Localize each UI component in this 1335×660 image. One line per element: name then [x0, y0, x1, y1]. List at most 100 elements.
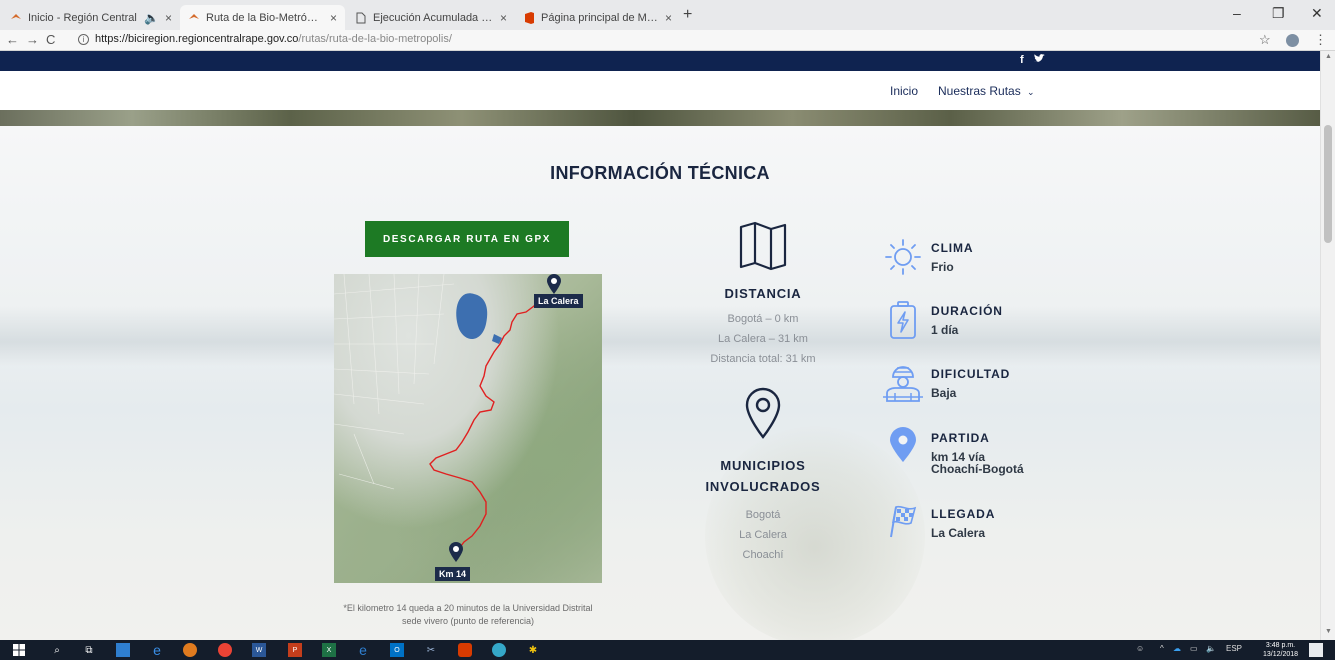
social-links: f	[1020, 54, 1052, 66]
tab-title: Página principal de Microsoft Off	[541, 11, 659, 24]
tray-chevron-up-icon[interactable]: ^	[1160, 644, 1164, 653]
info-title: PARTIDA	[931, 431, 990, 445]
info-value: La Calera	[931, 526, 986, 540]
nav-link-inicio[interactable]: Inicio	[890, 84, 918, 98]
map-end-label: La Calera	[534, 294, 583, 308]
new-tab-button[interactable]: +	[683, 6, 692, 24]
volume-icon[interactable]: 🔈	[1206, 644, 1216, 653]
distance-line: Bogotá – 0 km	[727, 313, 799, 325]
municipalities-lines: Bogotá La Calera Choachí	[693, 505, 833, 565]
excel-icon[interactable]: X	[322, 643, 336, 657]
onedrive-icon[interactable]: ☁	[1173, 644, 1181, 653]
task-view-icon[interactable]: ⧉	[82, 643, 96, 657]
url-path: /rutas/ruta-de-la-bio-metropolis/	[298, 33, 452, 45]
reference-note: *El kilometro 14 queda a 20 minutos de l…	[343, 603, 593, 626]
info-value: Baja	[931, 386, 957, 400]
info-title: CLIMA	[931, 241, 974, 255]
paint-icon[interactable]: ✱	[526, 643, 540, 657]
minimize-icon[interactable]: –	[1233, 5, 1241, 21]
section-background	[0, 126, 1320, 640]
facebook-icon[interactable]: f	[1020, 54, 1024, 66]
firefox-icon[interactable]	[183, 643, 197, 657]
close-tab-icon[interactable]: ×	[165, 11, 172, 25]
reload-icon[interactable]: C	[46, 32, 55, 47]
skype-icon[interactable]	[492, 643, 506, 657]
municipality-item: La Calera	[739, 529, 787, 541]
download-gpx-button[interactable]: DESCARGAR RUTA EN GPX	[365, 221, 569, 257]
tab-title: Ruta de la Bio-Metrópolis | Bicire	[206, 11, 324, 24]
distance-block: DISTANCIA Bogotá – 0 km La Calera – 31 k…	[693, 221, 833, 369]
outlook-icon[interactable]: O	[390, 643, 404, 657]
info-icon[interactable]: i	[78, 34, 89, 45]
tab-title: Ejecución Acumulada Egresos - P	[373, 11, 494, 24]
top-social-bar: f	[0, 51, 1320, 71]
edge-icon[interactable]: e	[150, 642, 164, 658]
municipalities-block: MUNICIPIOS INVOLUCRADOS Bogotá La Calera…	[693, 387, 833, 565]
browser-tab-ruta[interactable]: Ruta de la Bio-Metrópolis | Bicire ×	[180, 5, 345, 30]
taskbar-clock[interactable]: 3:48 p.m. 13/12/2018	[1263, 641, 1298, 659]
search-icon[interactable]: ⌕	[50, 643, 64, 657]
close-tab-icon[interactable]: ×	[500, 11, 507, 25]
menu-kebab-icon[interactable]: ⋮	[1314, 32, 1327, 48]
nav-link-label: Nuestras Rutas	[938, 84, 1021, 98]
web-page: f Inicio Nuestras Rutas ⌄ INFORMACIÓN TÉ…	[0, 51, 1320, 640]
info-title: LLEGADA	[931, 507, 996, 521]
bicycle-favicon-icon	[10, 12, 22, 24]
route-map[interactable]: La Calera Km 14	[334, 274, 602, 583]
windows-start-icon[interactable]	[12, 643, 26, 657]
page-scrollbar[interactable]: ▲ ▼	[1320, 51, 1335, 640]
nav-link-nuestras-rutas[interactable]: Nuestras Rutas ⌄	[938, 84, 1035, 98]
browser-tab-ejecucion[interactable]: Ejecución Acumulada Egresos - P ×	[347, 5, 515, 30]
checkered-flag-icon	[889, 505, 916, 538]
url-host: https://biciregion.regioncentralrape.gov…	[95, 33, 299, 45]
municipality-item: Bogotá	[745, 509, 781, 521]
sun-icon	[884, 239, 921, 275]
snipping-tool-icon[interactable]: ✂	[424, 643, 438, 657]
word-icon[interactable]: W	[252, 643, 266, 657]
file-explorer-icon[interactable]	[116, 643, 130, 657]
twitter-icon[interactable]	[1033, 54, 1045, 66]
document-favicon-icon	[355, 12, 367, 24]
info-partida: PARTIDA km 14 vía Choachí-Bogotá	[880, 427, 1024, 475]
close-tab-icon[interactable]: ×	[330, 11, 337, 25]
info-value: km 14 vía Choachí-Bogotá	[931, 451, 1024, 475]
windows-taskbar: ⌕ ⧉ e W P X e O ✂ ✱ ☺ ^ ☁ ▭ 🔈 ESP 3:48 p…	[0, 640, 1335, 660]
action-center-icon[interactable]	[1309, 643, 1323, 657]
back-arrow-icon[interactable]: ←	[6, 32, 19, 47]
office-icon[interactable]	[458, 643, 472, 657]
network-icon[interactable]: ▭	[1190, 644, 1198, 653]
chrome-icon[interactable]	[218, 643, 232, 657]
cyclist-icon	[882, 366, 923, 402]
maximize-icon[interactable]: ❐	[1272, 5, 1285, 22]
powerpoint-icon[interactable]: P	[288, 643, 302, 657]
folded-map-icon	[739, 221, 787, 271]
scroll-down-arrow-icon[interactable]: ▼	[1325, 628, 1332, 635]
info-clima: CLIMA Frio	[880, 237, 974, 277]
scroll-up-arrow-icon[interactable]: ▲	[1325, 53, 1332, 60]
info-title: DURACIÓN	[931, 304, 1003, 318]
mute-tab-icon[interactable]: 🔈	[144, 11, 159, 25]
browser-tab-bar: Inicio - Región Central 🔈 × Ruta de la B…	[0, 0, 1335, 30]
office-favicon-icon	[523, 11, 535, 24]
close-window-icon[interactable]: ✕	[1311, 5, 1323, 22]
language-indicator[interactable]: ESP	[1226, 644, 1242, 653]
browser-tab-office[interactable]: Página principal de Microsoft Off ×	[515, 5, 680, 30]
start-pin-icon	[449, 542, 463, 562]
close-tab-icon[interactable]: ×	[665, 11, 672, 25]
clock-time: 3:48 p.m.	[1265, 642, 1296, 649]
scrollbar-thumb[interactable]	[1324, 125, 1332, 243]
profile-avatar-icon[interactable]	[1286, 34, 1299, 47]
map-start-label: Km 14	[435, 567, 471, 581]
info-llegada: LLEGADA La Calera	[880, 503, 995, 539]
forward-arrow-icon[interactable]: →	[26, 32, 39, 47]
bookmark-star-icon[interactable]: ☆	[1259, 32, 1271, 48]
internet-explorer-icon[interactable]: e	[356, 642, 370, 658]
main-navbar: Inicio Nuestras Rutas ⌄	[0, 71, 1320, 110]
url-field[interactable]: i https://biciregion.regioncentralrape.go…	[78, 33, 452, 45]
info-value: Frio	[931, 260, 954, 274]
bicycle-favicon-icon	[188, 12, 200, 24]
browser-tab-inicio[interactable]: Inicio - Región Central 🔈 ×	[2, 5, 180, 30]
municipalities-title-line: INVOLUCRADOS	[705, 479, 821, 494]
info-duracion: DURACIÓN 1 día	[880, 300, 1003, 340]
people-icon[interactable]: ☺	[1136, 644, 1144, 653]
